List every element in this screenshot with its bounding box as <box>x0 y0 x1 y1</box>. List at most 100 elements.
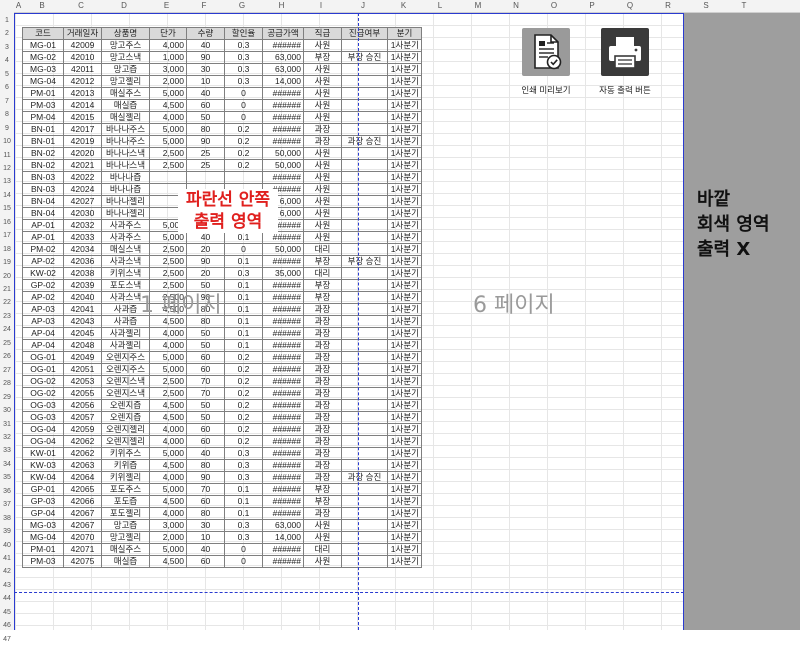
row-header-cell[interactable]: 36 <box>0 486 14 498</box>
table-cell[interactable] <box>341 63 388 76</box>
table-cell[interactable]: 사원 <box>303 531 342 544</box>
table-cell[interactable]: 과장 <box>303 351 342 364</box>
row-header-cell[interactable]: 39 <box>0 526 14 538</box>
table-cell[interactable]: GP-01 <box>22 483 64 496</box>
row-header-cell[interactable]: 42 <box>0 566 14 578</box>
table-cell[interactable]: 1사분기 <box>387 147 422 160</box>
table-cell[interactable]: BN-02 <box>22 147 64 160</box>
table-cell[interactable]: 1사분기 <box>387 387 422 400</box>
table-cell[interactable] <box>341 507 388 520</box>
table-cell[interactable]: ###### <box>262 507 304 520</box>
table-cell[interactable]: ###### <box>262 411 304 424</box>
table-cell[interactable]: 오렌지스낵 <box>101 375 150 388</box>
table-cell[interactable]: 1사분기 <box>387 63 422 76</box>
table-cell[interactable]: 사원 <box>303 207 342 220</box>
table-cell[interactable]: 70 <box>186 387 225 400</box>
table-cell[interactable]: 4,000 <box>149 327 187 340</box>
table-cell[interactable]: 42062 <box>63 447 102 460</box>
table-cell[interactable]: ###### <box>262 483 304 496</box>
table-cell[interactable]: 1사분기 <box>387 363 422 376</box>
table-cell[interactable]: 60 <box>186 495 225 508</box>
row-header-cell[interactable]: 23 <box>0 311 14 323</box>
table-cell[interactable]: 4,500 <box>149 99 187 112</box>
table-cell[interactable]: 사원 <box>303 195 342 208</box>
table-cell[interactable]: 60 <box>186 351 225 364</box>
table-cell[interactable]: KW-01 <box>22 447 64 460</box>
row-header-cell[interactable]: 1 <box>0 15 14 27</box>
table-cell[interactable]: 0.2 <box>224 423 263 436</box>
table-cell[interactable]: 50 <box>186 111 225 124</box>
table-cell[interactable]: ###### <box>262 375 304 388</box>
table-cell[interactable]: 2,500 <box>149 147 187 160</box>
table-cell[interactable]: 0.2 <box>224 363 263 376</box>
table-cell[interactable]: 42057 <box>63 411 102 424</box>
table-cell[interactable]: 63,000 <box>262 519 304 532</box>
table-cell[interactable]: 사원 <box>303 147 342 160</box>
table-cell[interactable]: 1사분기 <box>387 375 422 388</box>
table-cell[interactable]: 42059 <box>63 423 102 436</box>
table-cell[interactable]: PM-01 <box>22 543 64 556</box>
row-header-cell[interactable]: 47 <box>0 634 14 646</box>
table-cell[interactable]: 사원 <box>303 231 342 244</box>
table-cell[interactable]: MG-02 <box>22 51 64 64</box>
row-header-cell[interactable]: 29 <box>0 392 14 404</box>
column-header-cell[interactable]: N <box>497 0 535 12</box>
table-cell[interactable]: 4,000 <box>149 111 187 124</box>
row-header-cell[interactable]: 18 <box>0 244 14 256</box>
table-cell[interactable]: 과장 <box>303 447 342 460</box>
table-header-cell[interactable]: 직급 <box>303 27 342 40</box>
table-cell[interactable]: 오렌지젤리 <box>101 423 150 436</box>
table-cell[interactable]: 사원 <box>303 159 342 172</box>
column-header-cell[interactable]: K <box>386 0 421 12</box>
table-cell[interactable]: 40 <box>186 231 225 244</box>
table-cell[interactable]: 5,000 <box>149 135 187 148</box>
table-cell[interactable]: 25 <box>186 147 225 160</box>
table-cell[interactable]: 1사분기 <box>387 459 422 472</box>
table-cell[interactable]: 0.3 <box>224 63 263 76</box>
table-cell[interactable]: 포도주스 <box>101 483 150 496</box>
table-cell[interactable]: 0.2 <box>224 387 263 400</box>
table-cell[interactable]: 40 <box>186 447 225 460</box>
table-cell[interactable]: 63,000 <box>262 51 304 64</box>
row-header-cell[interactable]: 27 <box>0 365 14 377</box>
table-cell[interactable]: 1사분기 <box>387 99 422 112</box>
table-cell[interactable]: OG-04 <box>22 435 64 448</box>
table-cell[interactable]: 0.1 <box>224 231 263 244</box>
table-cell[interactable] <box>341 99 388 112</box>
table-cell[interactable]: 3,000 <box>149 63 187 76</box>
table-cell[interactable]: GP-04 <box>22 507 64 520</box>
table-cell[interactable]: ###### <box>262 543 304 556</box>
table-cell[interactable]: GP-02 <box>22 279 64 292</box>
table-cell[interactable]: 과장 <box>303 399 342 412</box>
table-cell[interactable]: 과장 승진 <box>341 135 388 148</box>
table-cell[interactable]: 50 <box>186 399 225 412</box>
table-cell[interactable]: 사원 <box>303 75 342 88</box>
table-cell[interactable]: ###### <box>262 171 304 184</box>
table-cell[interactable] <box>341 339 388 352</box>
table-cell[interactable]: 과장 <box>303 303 342 316</box>
table-cell[interactable]: 바나나즙 <box>101 183 150 196</box>
table-cell[interactable]: 4,000 <box>149 339 187 352</box>
row-header-cell[interactable]: 10 <box>0 136 14 148</box>
table-cell[interactable]: 0.3 <box>224 447 263 460</box>
column-header-cell[interactable]: I <box>302 0 340 12</box>
column-header-cell[interactable]: E <box>148 0 185 12</box>
table-cell[interactable]: 1사분기 <box>387 279 422 292</box>
table-cell[interactable]: 대리 <box>303 543 342 556</box>
row-header-cell[interactable]: 2 <box>0 28 14 40</box>
table-cell[interactable]: 42017 <box>63 123 102 136</box>
table-cell[interactable]: 매실젤리 <box>101 111 150 124</box>
table-cell[interactable]: 42010 <box>63 51 102 64</box>
table-cell[interactable]: 과장 <box>303 459 342 472</box>
table-cell[interactable]: 80 <box>186 123 225 136</box>
table-cell[interactable] <box>341 219 388 232</box>
table-cell[interactable] <box>341 231 388 244</box>
table-cell[interactable]: 90 <box>186 255 225 268</box>
table-cell[interactable]: 42071 <box>63 543 102 556</box>
row-header-cell[interactable]: 6 <box>0 82 14 94</box>
table-cell[interactable]: 과장 <box>303 327 342 340</box>
table-cell[interactable]: 42022 <box>63 171 102 184</box>
table-cell[interactable]: 2,500 <box>149 243 187 256</box>
table-cell[interactable]: 42030 <box>63 207 102 220</box>
table-cell[interactable]: 42011 <box>63 63 102 76</box>
